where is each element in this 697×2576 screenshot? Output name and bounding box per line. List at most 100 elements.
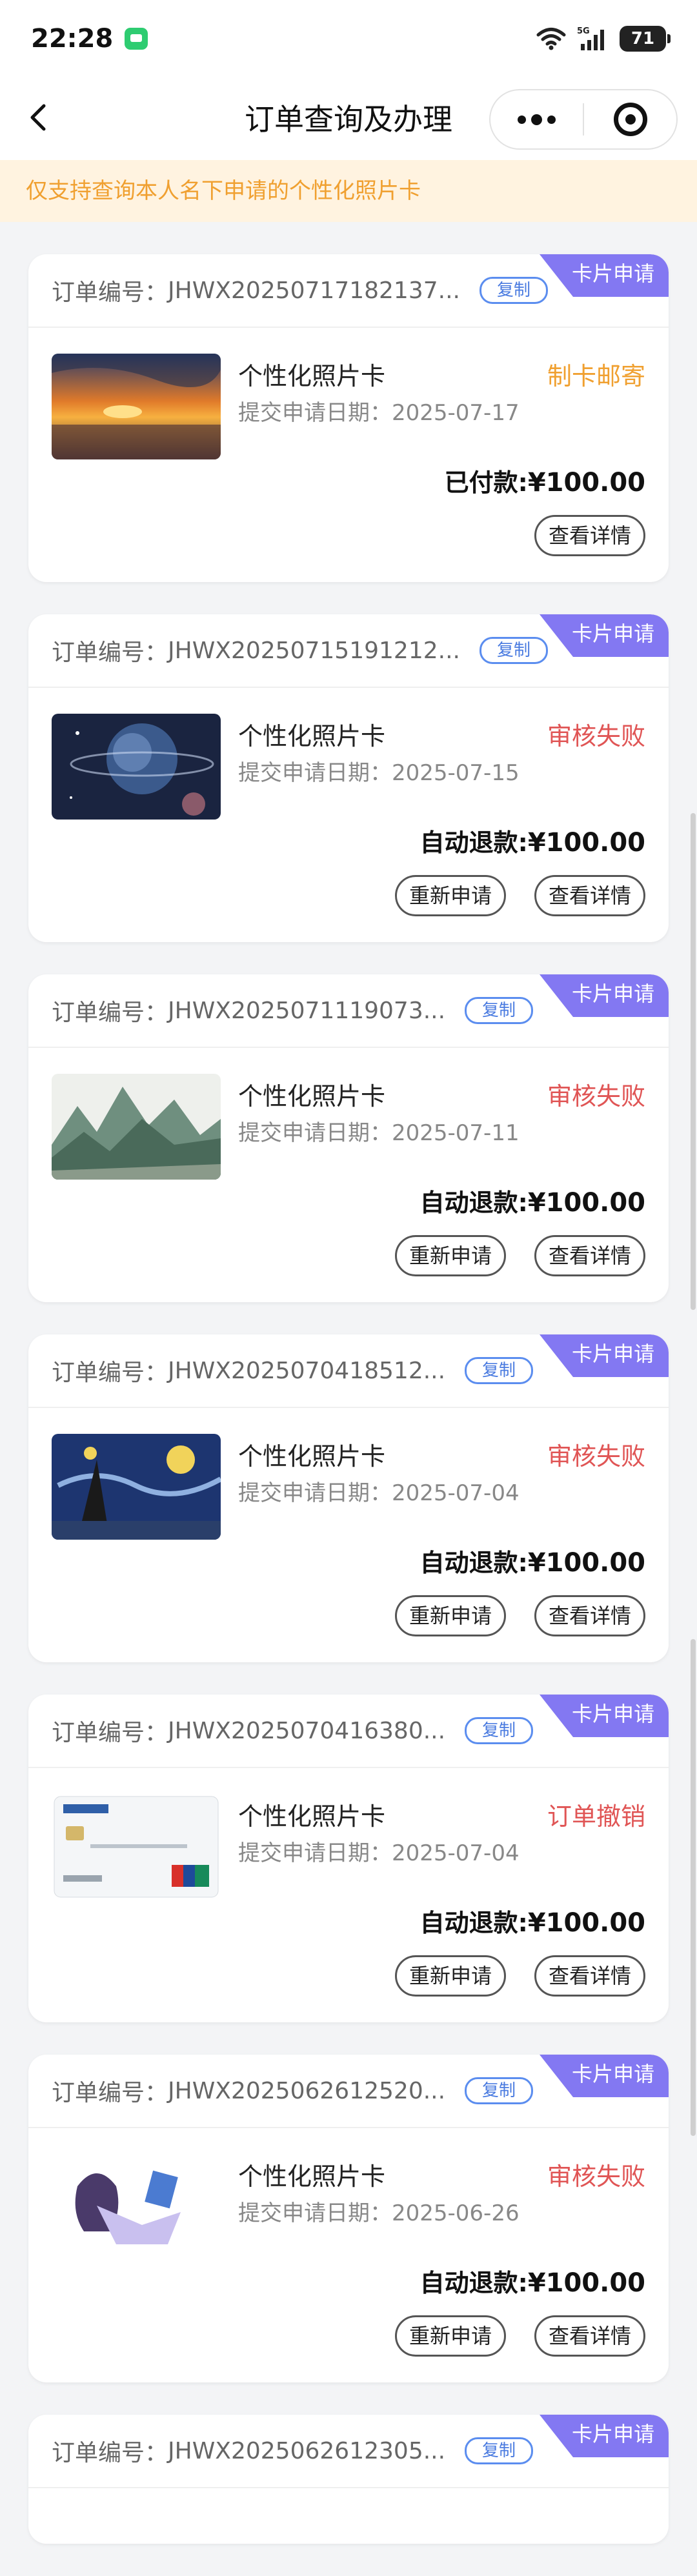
order-status: 审核失败 [547,2162,645,2191]
amount-row: 自动退款:¥100.00 [28,1904,669,1955]
order-number-label: 订单编号： [52,1720,168,1746]
order-number-label: 订单编号： [52,1000,168,1026]
order-actions: 查看详情 [28,515,669,582]
order-card[interactable]: 卡片申请 订单编号： JHWX2025070416380... 复制 个性化照片卡 提交申… [28,1695,669,2022]
more-dot-icon [547,115,556,124]
message-app-icon [125,28,148,50]
amount-label: 自动退款: [419,1549,528,1577]
order-card[interactable]: 卡片申请 订单编号： JHWX2025071119073... 复制 个性化照片卡 提交申… [28,974,669,1302]
order-body: 个性化照片卡提交申请日期：2025-07-04 审核失败 [28,1408,669,1544]
submit-date: 提交申请日期：2025-07-17 [238,395,520,427]
amount-value: ¥100.00 [527,1548,645,1578]
order-card[interactable]: 卡片申请 订单编号： JHWX2025062612305... 复制 [28,2415,669,2544]
amount-row: 自动退款:¥100.00 [28,1183,669,1235]
order-actions: 重新申请 查看详情 [28,2315,669,2382]
amount-row: 自动退款:¥100.00 [28,2264,669,2315]
battery-icon: 71 [620,26,671,52]
submit-date: 提交申请日期：2025-07-04 [238,1475,520,1507]
order-card[interactable]: 卡片申请 订单编号： JHWX20250717182137... 复制 个性化照片卡 提交… [28,254,669,582]
amount-value: ¥100.00 [527,1188,645,1218]
status-bar: 22:28 5G 71 [0,0,697,77]
order-card[interactable]: 卡片申请 订单编号： JHWX2025062612520... 复制 个性化照片卡 提交申… [28,2055,669,2382]
amount-row: 已付款:¥100.00 [28,463,669,515]
product-name: 个性化照片卡 [238,1802,386,1831]
anime-girl-image [52,2154,221,2260]
product-name: 个性化照片卡 [238,362,386,390]
product-name: 个性化照片卡 [238,1442,386,1471]
copy-button[interactable]: 复制 [465,1357,534,1384]
order-body: 个性化照片卡 提交申请日期：2025-07-15 审核失败 [28,688,669,823]
wifi-icon [536,26,567,51]
svg-text:5G: 5G [577,26,590,36]
submit-date: 提交申请日期：2025-07-15 [238,755,520,787]
view-detail-button[interactable]: 查看详情 [534,515,645,556]
view-detail-button[interactable]: 查看详情 [534,875,645,916]
status-time: 22:28 [31,24,114,54]
amount-label: 自动退款: [419,1909,528,1937]
submit-date-value: 2025-07-04 [392,1480,520,1506]
signal-5g-icon: 5G [577,26,609,52]
copy-button[interactable]: 复制 [479,637,548,664]
order-status: 订单撤销 [547,1802,645,1831]
order-number: JHWX2025071119073... [168,997,446,1024]
landscape-painting-image [52,1074,221,1180]
amount-label: 自动退款: [419,2269,528,2297]
close-mini-program-button[interactable] [584,90,676,148]
order-status: 审核失败 [547,722,645,750]
order-actions: 重新申请 查看详情 [28,1235,669,1302]
view-detail-button[interactable]: 查看详情 [534,1595,645,1636]
submit-date-value: 2025-07-17 [392,400,520,426]
amount-label: 自动退款: [419,1189,528,1217]
amount-value: ¥100.00 [527,1908,645,1938]
submit-date-label: 提交申请日期： [238,2200,392,2226]
order-number-label: 订单编号： [52,1360,168,1386]
order-body: 个性化照片卡 提交申请日期：2025-06-26 审核失败 [28,2128,669,2264]
amount-row: 自动退款:¥100.00 [28,1544,669,1595]
copy-button[interactable]: 复制 [465,2077,534,2104]
submit-date-value: 2025-07-11 [392,1120,520,1146]
amount-label: 已付款: [444,468,528,497]
view-detail-button[interactable]: 查看详情 [534,1955,645,1997]
reapply-button[interactable]: 重新申请 [395,1955,506,1997]
sunset-image [52,354,221,459]
reapply-button[interactable]: 重新申请 [395,875,506,916]
order-list: 卡片申请 订单编号： JHWX20250717182137... 复制 个性化照片卡 提交… [28,254,669,2576]
scrollbar[interactable] [691,813,696,1310]
order-number-label: 订单编号： [52,2440,168,2466]
order-number-label: 订单编号： [52,279,168,306]
copy-button[interactable]: 复制 [465,997,534,1024]
starry-night-image [52,1434,221,1540]
copy-button[interactable]: 复制 [479,277,548,304]
copy-button[interactable]: 复制 [465,2437,534,2464]
submit-date: 提交申请日期：2025-07-11 [238,1115,520,1147]
nav-bar: 订单查询及办理 [0,77,697,160]
reapply-button[interactable]: 重新申请 [395,1595,506,1636]
order-number: JHWX2025070418512... [168,1357,446,1384]
more-menu-button[interactable] [490,90,583,148]
order-actions: 重新申请 查看详情 [28,1595,669,1662]
scrollbar[interactable] [691,1639,696,2136]
planet-image [52,714,221,820]
battery-level: 71 [631,29,655,48]
more-dot-icon [531,114,542,125]
close-circle-icon [613,103,647,136]
copy-button[interactable]: 复制 [465,1717,534,1744]
view-detail-button[interactable]: 查看详情 [534,2315,645,2357]
order-card[interactable]: 卡片申请 订单编号： JHWX20250715191212... 复制 个性化照片卡 提交… [28,614,669,942]
order-status: 审核失败 [547,1442,645,1471]
submit-date-label: 提交申请日期： [238,1840,392,1866]
reapply-button[interactable]: 重新申请 [395,2315,506,2357]
notice-banner: 仅支持查询本人名下申请的个性化照片卡 [0,160,697,222]
order-status: 审核失败 [547,1082,645,1111]
submit-date-label: 提交申请日期： [238,400,392,426]
submit-date: 提交申请日期：2025-06-26 [238,2195,520,2227]
order-actions: 重新申请 查看详情 [28,875,669,942]
submit-date-value: 2025-06-26 [392,2200,520,2226]
order-number: JHWX20250715191212... [168,637,460,664]
order-number-label: 订单编号： [52,2080,168,2106]
order-number-label: 订单编号： [52,639,168,666]
product-name: 个性化照片卡 [238,2162,386,2191]
view-detail-button[interactable]: 查看详情 [534,1235,645,1276]
reapply-button[interactable]: 重新申请 [395,1235,506,1276]
order-card[interactable]: 卡片申请 订单编号： JHWX2025070418512... 复制 个性化照片卡 提交申… [28,1334,669,1662]
